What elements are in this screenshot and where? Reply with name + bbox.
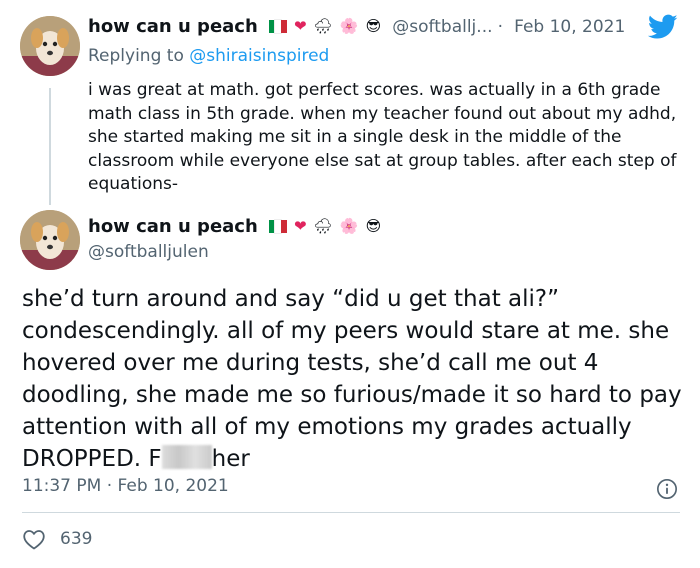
like-count: 639 bbox=[60, 529, 93, 549]
tweet2-name-row: how can u peach ❤ 🌧 🌸 😎 bbox=[88, 216, 381, 237]
display-name[interactable]: how can u peach bbox=[88, 16, 258, 37]
avatar[interactable] bbox=[20, 210, 80, 270]
like-action[interactable]: 639 bbox=[22, 528, 92, 550]
italy-flag-icon bbox=[268, 218, 287, 234]
info-icon[interactable] bbox=[656, 478, 678, 500]
heart-like-icon[interactable] bbox=[22, 528, 46, 550]
thread-line bbox=[49, 88, 51, 205]
censor-blur bbox=[161, 445, 212, 469]
rain-cloud-icon: 🌧 bbox=[313, 17, 333, 35]
separator: · bbox=[106, 476, 113, 496]
replying-prefix: Replying to bbox=[88, 46, 184, 66]
tweet2-text: she’d turn around and say “did u get tha… bbox=[22, 283, 682, 475]
avatar[interactable] bbox=[20, 16, 80, 76]
separator: · bbox=[497, 17, 503, 37]
sunglasses-face-icon: 😎 bbox=[365, 17, 382, 35]
mention-link[interactable]: @shiraisinspired bbox=[189, 46, 329, 66]
tweet-date: Feb 10, 2021 bbox=[117, 476, 229, 496]
tweet-timestamp[interactable]: 11:37 PM · Feb 10, 2021 bbox=[22, 476, 229, 496]
tweet-date[interactable]: Feb 10, 2021 bbox=[514, 17, 625, 37]
tweet-time: 11:37 PM bbox=[22, 476, 102, 496]
dog-avatar-image bbox=[20, 210, 80, 270]
tweet2-text-end: her bbox=[211, 446, 250, 472]
cherry-blossom-icon: 🌸 bbox=[339, 17, 359, 35]
handle[interactable]: @softballj... bbox=[392, 17, 492, 37]
display-name[interactable]: how can u peach bbox=[88, 216, 258, 237]
tweet2-text-main: she’d turn around and say “did u get tha… bbox=[22, 286, 682, 472]
handle[interactable]: @softballjulen bbox=[88, 242, 209, 262]
tweet1-text: i was great at math. got perfect scores.… bbox=[88, 80, 677, 194]
cherry-blossom-icon: 🌸 bbox=[339, 217, 359, 235]
red-heart-icon: ❤ bbox=[293, 17, 307, 35]
tweet1-header: how can u peach ❤ 🌧 🌸 😎 @softballj... · … bbox=[88, 16, 625, 37]
red-heart-icon: ❤ bbox=[293, 217, 307, 235]
sunglasses-face-icon: 😎 bbox=[365, 217, 382, 235]
divider bbox=[22, 512, 680, 513]
dog-avatar-image bbox=[20, 16, 80, 76]
italy-flag-icon bbox=[268, 18, 287, 34]
replying-to: Replying to @shiraisinspired bbox=[88, 46, 329, 66]
twitter-bird-icon[interactable] bbox=[648, 14, 678, 40]
rain-cloud-icon: 🌧 bbox=[313, 217, 333, 235]
